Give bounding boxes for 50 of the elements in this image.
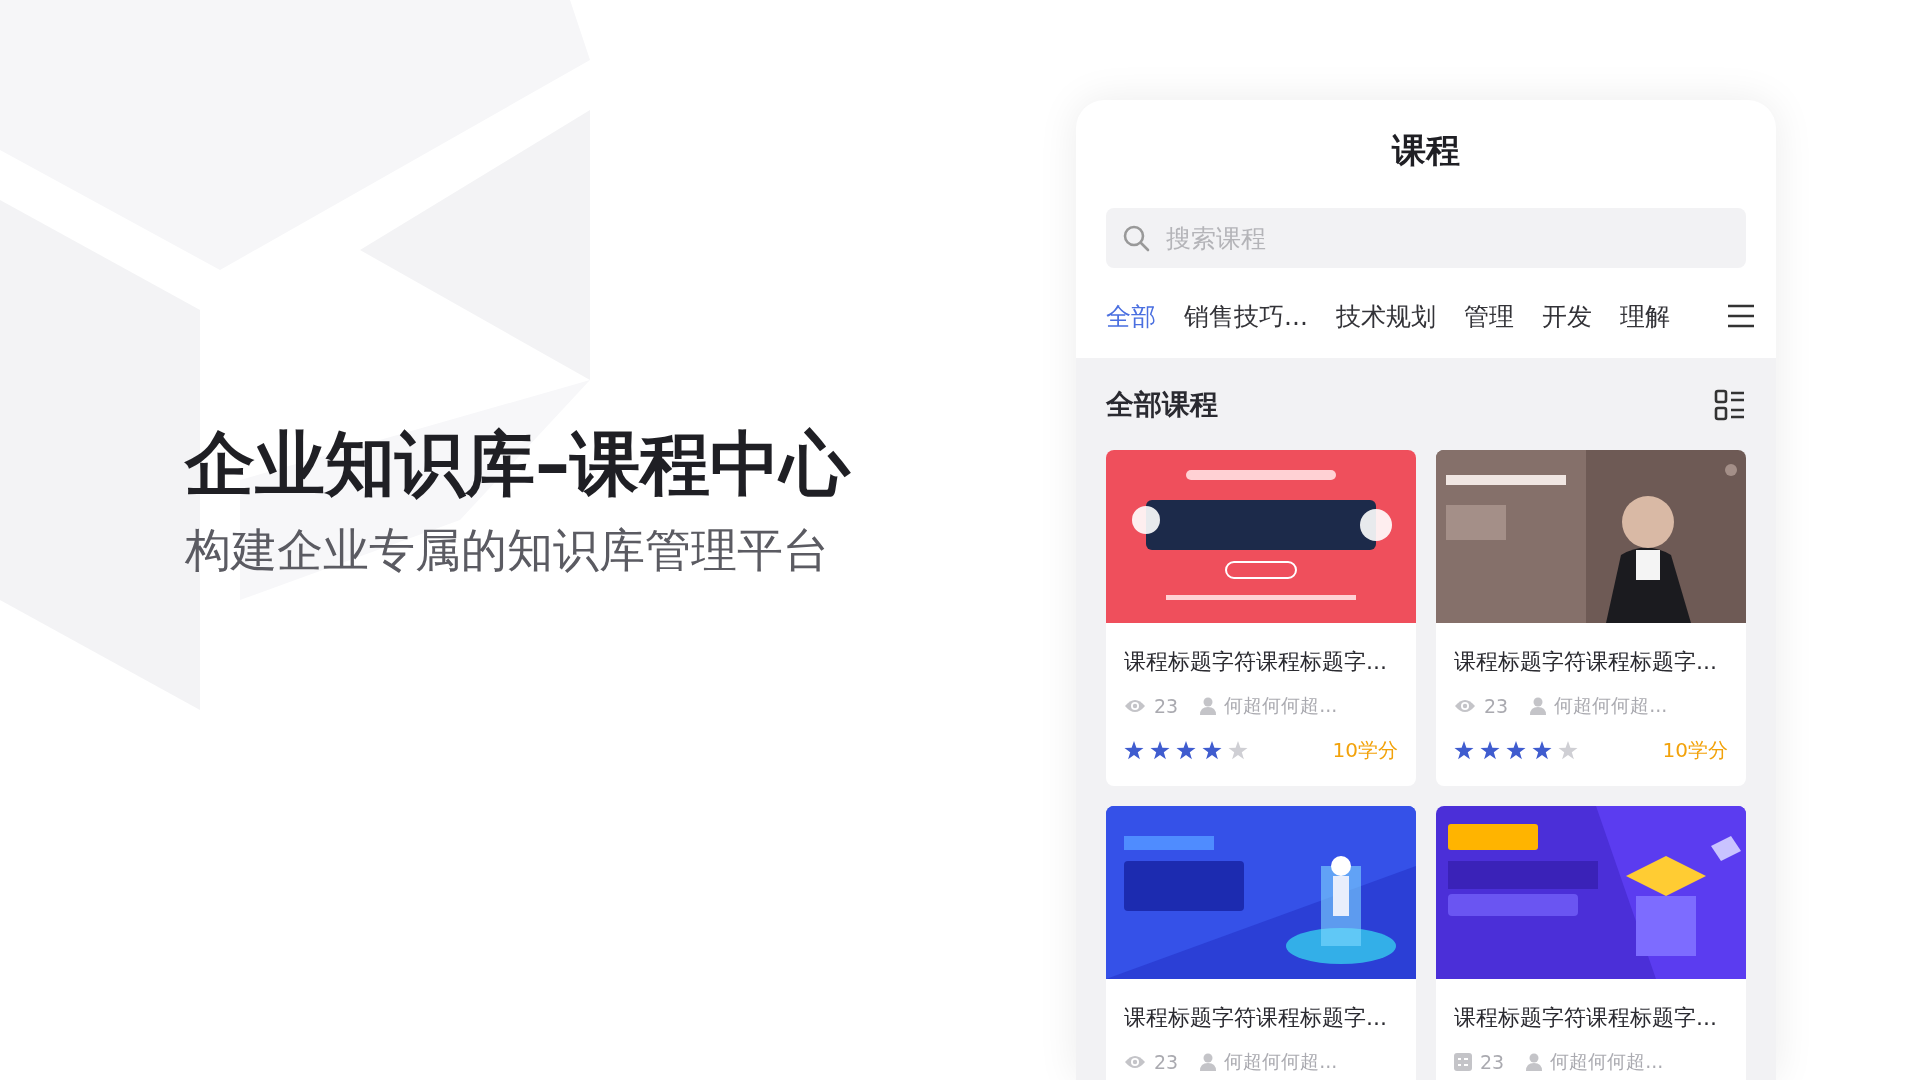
menu-icon[interactable] [1725,304,1756,328]
course-card[interactable]: 课程标题字符课程标题字... 23 何超何何超... [1436,806,1746,1080]
star-icon [1228,741,1248,760]
course-title: 课程标题字符课程标题字... [1124,1004,1388,1032]
course-card[interactable]: 课程标题字符课程标题字... 23 何超何何超... 10学分 [1106,450,1416,786]
view-count: 23 [1484,695,1509,717]
credit-label: 10学分 [1332,737,1398,764]
category-tab[interactable]: 全部 [1106,299,1156,333]
person-icon [1200,697,1217,715]
view-count: 23 [1480,1051,1505,1073]
author-name: 何超何何超... [1224,1049,1338,1074]
search-icon [1122,224,1150,252]
star-icon [1506,741,1526,760]
course-card[interactable]: 课程标题字符课程标题字... 23 何超何何超... 10学分 [1436,450,1746,786]
view-count: 23 [1154,695,1179,717]
author-name: 何超何何超... [1224,693,1338,718]
course-title: 课程标题字符课程标题字... [1454,1004,1718,1032]
section-title: 全部课程 [1106,387,1218,423]
category-tab[interactable]: 销售技巧... [1184,299,1308,333]
category-tab[interactable]: 技术规划 [1335,299,1436,333]
eye-icon [1124,1054,1146,1070]
star-icon [1202,741,1222,760]
star-icon [1558,741,1578,760]
page-title: 课程 [1392,129,1460,172]
eye-icon [1454,698,1476,714]
eye-icon [1124,698,1146,714]
category-tab[interactable]: 开发 [1541,299,1592,333]
author-name: 何超何何超... [1554,693,1668,718]
view-count: 23 [1154,1051,1179,1073]
author-name: 何超何何超... [1550,1049,1664,1074]
course-title: 课程标题字符课程标题字... [1454,648,1718,676]
credit-label: 10学分 [1662,737,1728,764]
person-icon [1200,1053,1217,1071]
star-icon [1124,741,1144,760]
list-icon [1454,1053,1472,1071]
list-view-icon[interactable] [1714,389,1746,421]
category-tab[interactable]: 管理 [1463,299,1514,333]
star-icon [1150,741,1170,760]
course-card[interactable]: 课程标题字符课程标题字... 23 何超何何超... [1106,806,1416,1080]
star-icon [1176,741,1196,760]
person-icon [1530,697,1547,715]
hero-title: 企业知识库–课程中心 [185,422,852,507]
person-icon [1526,1053,1543,1071]
category-tab[interactable]: 理解 [1619,299,1670,333]
course-title: 课程标题字符课程标题字... [1124,648,1388,676]
hero-subtitle: 构建企业专属的知识库管理平台 [185,522,830,579]
star-icon [1454,741,1474,760]
star-icon [1532,741,1552,760]
star-icon [1480,741,1500,760]
search-field[interactable]: 搜索课程 [1106,208,1746,268]
